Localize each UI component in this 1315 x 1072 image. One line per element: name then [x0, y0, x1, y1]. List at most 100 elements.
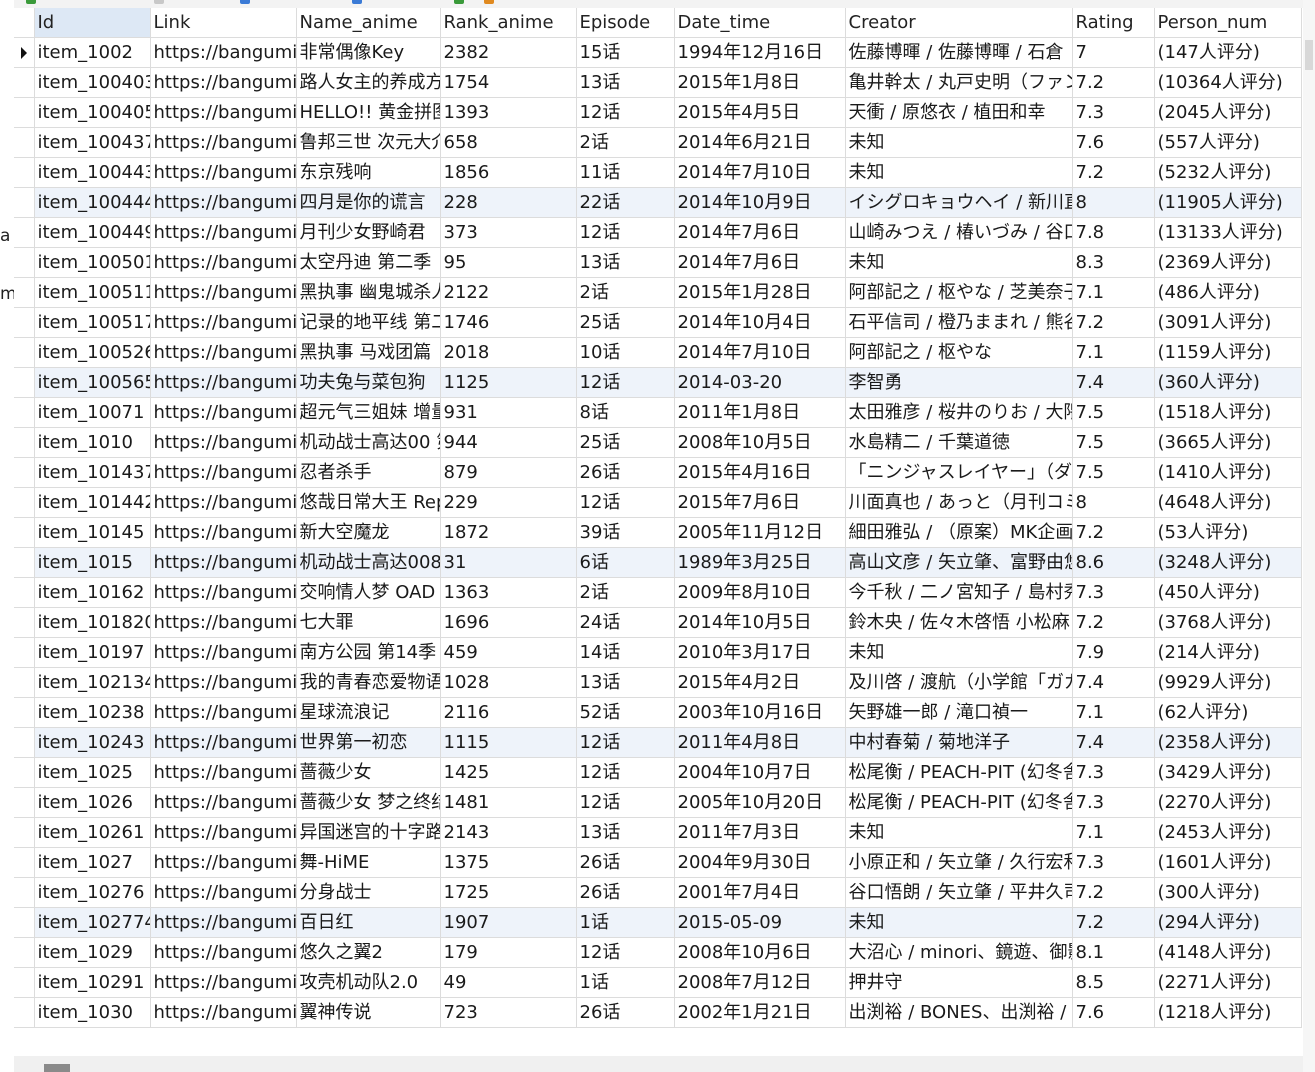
row-marker[interactable]	[14, 277, 35, 308]
cell-episode[interactable]: 26话	[576, 457, 675, 488]
cell-rating[interactable]: 7.5	[1072, 457, 1155, 488]
cell-link[interactable]: https://bangumi	[150, 487, 297, 518]
cell-creator[interactable]: 未知	[845, 127, 1073, 158]
cell-episode[interactable]: 2话	[576, 577, 675, 608]
cell-episode[interactable]: 39话	[576, 517, 675, 548]
column-header-date-time[interactable]: Date_time	[674, 8, 846, 38]
cell-creator[interactable]: 未知	[845, 157, 1073, 188]
cell-rating[interactable]: 7.8	[1072, 217, 1155, 248]
cell-id[interactable]: item_102774	[34, 907, 151, 938]
cell-creator[interactable]: 押井守	[845, 967, 1073, 998]
row-marker[interactable]	[14, 427, 35, 458]
cell-person-num[interactable]: (53人评分)	[1154, 517, 1302, 548]
cell-link[interactable]: https://bangumi	[150, 367, 297, 398]
cell-person-num[interactable]: (10364人评分)	[1154, 67, 1302, 98]
vertical-scrollbar-thumb[interactable]	[1305, 40, 1313, 70]
cell-episode[interactable]: 12话	[576, 787, 675, 818]
cell-id[interactable]: item_1027	[34, 847, 151, 878]
toolbar-icon[interactable]	[484, 0, 494, 4]
cell-rating[interactable]: 7.5	[1072, 397, 1155, 428]
cell-id[interactable]: item_101437	[34, 457, 151, 488]
cell-rank-anime[interactable]: 459	[440, 637, 577, 668]
cell-episode[interactable]: 12话	[576, 757, 675, 788]
row-marker[interactable]	[14, 937, 35, 968]
cell-person-num[interactable]: (2271人评分)	[1154, 967, 1302, 998]
cell-rank-anime[interactable]: 1375	[440, 847, 577, 878]
cell-id[interactable]: item_1025	[34, 757, 151, 788]
table-row[interactable]: item_100511 https://bangumi 黑执事 幽鬼城杀人 2122 2…	[14, 277, 1302, 308]
cell-creator[interactable]: イシグロキョウヘイ / 新川直	[845, 187, 1073, 218]
cell-rating[interactable]: 8.3	[1072, 247, 1155, 278]
cell-id[interactable]: item_102134	[34, 667, 151, 698]
cell-person-num[interactable]: (214人评分)	[1154, 637, 1302, 668]
cell-episode[interactable]: 12话	[576, 487, 675, 518]
cell-id[interactable]: item_100444	[34, 187, 151, 218]
cell-date-time[interactable]: 2015年4月5日	[674, 97, 846, 128]
cell-person-num[interactable]: (3248人评分)	[1154, 547, 1302, 578]
row-marker[interactable]	[14, 697, 35, 728]
table-row[interactable]: item_10276 https://bangumi 分身战士 1725 26话 2001…	[14, 877, 1302, 908]
table-row[interactable]: item_100449 https://bangumi 月刊少女野崎君 373 12话 2…	[14, 217, 1302, 248]
cell-date-time[interactable]: 2014年10月4日	[674, 307, 846, 338]
vertical-scrollbar[interactable]	[1303, 0, 1315, 1072]
cell-rank-anime[interactable]: 1907	[440, 907, 577, 938]
cell-episode[interactable]: 26话	[576, 877, 675, 908]
table-row[interactable]: item_100517 https://bangumi 记录的地平线 第二 1746 2…	[14, 307, 1302, 338]
table-row[interactable]: item_100526 https://bangumi 黑执事 马戏团篇 2018 10…	[14, 337, 1302, 368]
cell-rank-anime[interactable]: 31	[440, 547, 577, 578]
cell-rank-anime[interactable]: 95	[440, 247, 577, 278]
cell-creator[interactable]: 天衝 / 原悠衣 / 植田和幸	[845, 97, 1073, 128]
cell-episode[interactable]: 25话	[576, 427, 675, 458]
cell-person-num[interactable]: (9929人评分)	[1154, 667, 1302, 698]
table-row[interactable]: item_10291 https://bangumi 攻壳机动队2.0 49 1话 200…	[14, 967, 1302, 998]
table-row[interactable]: item_10238 https://bangumi 星球流浪记 2116 52话 200…	[14, 697, 1302, 728]
cell-date-time[interactable]: 2014年7月10日	[674, 337, 846, 368]
cell-person-num[interactable]: (3768人评分)	[1154, 607, 1302, 638]
cell-episode[interactable]: 2话	[576, 277, 675, 308]
cell-episode[interactable]: 13话	[576, 67, 675, 98]
cell-name-anime[interactable]: 七大罪	[296, 607, 441, 638]
cell-rating[interactable]: 7.6	[1072, 127, 1155, 158]
cell-date-time[interactable]: 2011年4月8日	[674, 727, 846, 758]
cell-rating[interactable]: 7.3	[1072, 787, 1155, 818]
table-row[interactable]: item_100437 https://bangumi 鲁邦三世 次元大介 658 2话…	[14, 127, 1302, 158]
cell-episode[interactable]: 52话	[576, 697, 675, 728]
cell-creator[interactable]: 阿部記之 / 枢やな	[845, 337, 1073, 368]
cell-id[interactable]: item_1030	[34, 997, 151, 1028]
row-marker[interactable]	[14, 217, 35, 248]
cell-rating[interactable]: 7.5	[1072, 427, 1155, 458]
column-header-rating[interactable]: Rating	[1072, 8, 1155, 38]
row-marker[interactable]	[14, 607, 35, 638]
row-marker[interactable]	[14, 817, 35, 848]
row-marker[interactable]	[14, 37, 35, 68]
cell-link[interactable]: https://bangumi	[150, 427, 297, 458]
table-row[interactable]: item_1029 https://bangumi 悠久之翼2 179 12话 2008年…	[14, 937, 1302, 968]
row-marker[interactable]	[14, 577, 35, 608]
cell-link[interactable]: https://bangumi	[150, 457, 297, 488]
cell-rank-anime[interactable]: 229	[440, 487, 577, 518]
cell-episode[interactable]: 10话	[576, 337, 675, 368]
row-marker[interactable]	[14, 187, 35, 218]
cell-name-anime[interactable]: 机动战士高达0083	[296, 547, 441, 578]
cell-episode[interactable]: 13话	[576, 667, 675, 698]
cell-creator[interactable]: 今千秋 / 二ノ宮知子 / 島村秀	[845, 577, 1073, 608]
row-marker[interactable]	[14, 487, 35, 518]
column-header-id[interactable]: Id	[34, 8, 151, 38]
cell-name-anime[interactable]: 黑执事 马戏团篇	[296, 337, 441, 368]
cell-name-anime[interactable]: 机动战士高达00 第	[296, 427, 441, 458]
table-row[interactable]: item_100501 https://bangumi 太空丹迪 第二季 95 13话 2…	[14, 247, 1302, 278]
cell-rating[interactable]: 7.3	[1072, 847, 1155, 878]
cell-name-anime[interactable]: 功夫兔与菜包狗	[296, 367, 441, 398]
table-row[interactable]: item_1015 https://bangumi 机动战士高达0083 31 6话 19…	[14, 547, 1302, 578]
cell-date-time[interactable]: 2002年1月21日	[674, 997, 846, 1028]
cell-person-num[interactable]: (4648人评分)	[1154, 487, 1302, 518]
cell-person-num[interactable]: (2358人评分)	[1154, 727, 1302, 758]
cell-id[interactable]: item_100449	[34, 217, 151, 248]
cell-episode[interactable]: 26话	[576, 847, 675, 878]
table-row[interactable]: item_10243 https://bangumi 世界第一初恋 1115 12话 20…	[14, 727, 1302, 758]
cell-rank-anime[interactable]: 2122	[440, 277, 577, 308]
cell-episode[interactable]: 24话	[576, 607, 675, 638]
cell-link[interactable]: https://bangumi	[150, 517, 297, 548]
cell-person-num[interactable]: (557人评分)	[1154, 127, 1302, 158]
cell-rank-anime[interactable]: 879	[440, 457, 577, 488]
